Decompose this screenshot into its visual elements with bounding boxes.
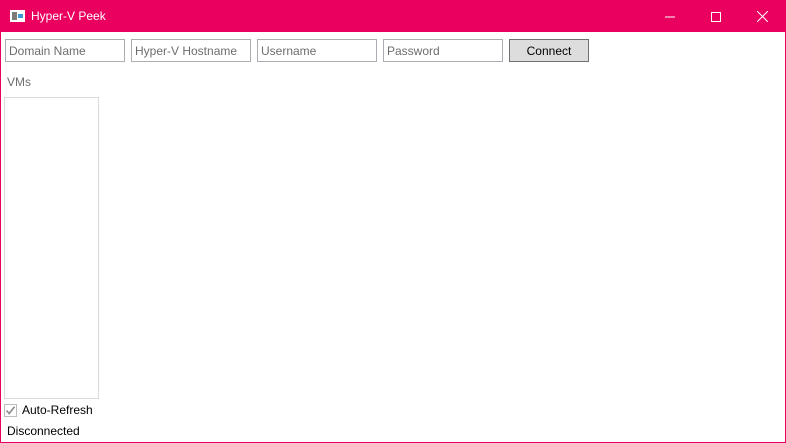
vms-label: VMs: [7, 75, 31, 89]
maximize-icon: [711, 11, 721, 22]
minimize-icon: [665, 16, 675, 17]
checkbox-box[interactable]: [4, 403, 17, 417]
password-input[interactable]: [383, 39, 503, 62]
connection-status: Disconnected: [7, 424, 80, 438]
window-title: Hyper-V Peek: [31, 9, 106, 23]
close-button[interactable]: [739, 1, 785, 32]
app-window: Hyper-V Peek Connect VMs: [0, 0, 786, 443]
auto-refresh-checkbox[interactable]: Auto-Refresh: [4, 403, 93, 417]
vm-list[interactable]: [4, 97, 99, 399]
username-input[interactable]: [257, 39, 377, 62]
app-icon: [10, 10, 25, 22]
auto-refresh-label: Auto-Refresh: [22, 403, 93, 417]
title-bar[interactable]: Hyper-V Peek: [1, 1, 785, 32]
checkmark-icon: [5, 405, 16, 415]
connect-button[interactable]: Connect: [509, 39, 589, 62]
hyperv-hostname-input[interactable]: [131, 39, 251, 62]
minimize-button[interactable]: [647, 1, 693, 32]
domain-name-input[interactable]: [5, 39, 125, 62]
close-icon: [756, 11, 768, 22]
maximize-button[interactable]: [693, 1, 739, 32]
